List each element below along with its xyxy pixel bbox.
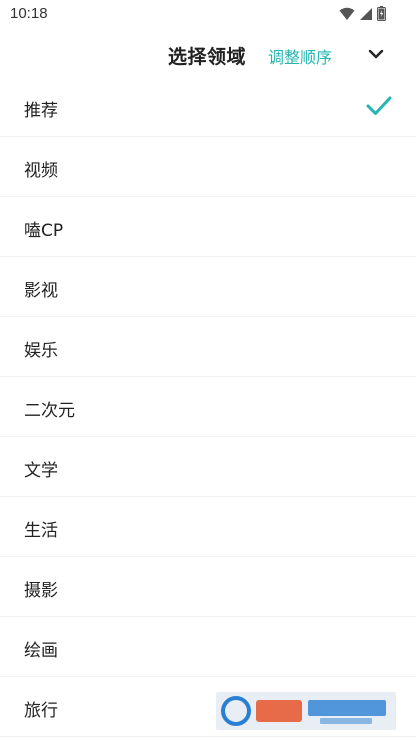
domain-item-life[interactable]: 生活	[0, 497, 416, 557]
domain-item-recommend[interactable]: 推荐	[0, 77, 416, 137]
domain-picker-header: 选择领域 调整顺序	[0, 30, 416, 78]
domain-item-video[interactable]: 视频	[0, 137, 416, 197]
domain-label: 摄影	[24, 581, 58, 601]
domain-label: 绘画	[24, 641, 58, 661]
domain-label: 推荐	[24, 101, 58, 121]
domain-label: 旅行	[24, 701, 58, 721]
domain-label: 嗑CP	[24, 221, 64, 241]
check-icon	[366, 95, 392, 117]
domain-item-literature[interactable]: 文学	[0, 437, 416, 497]
domain-item-anime[interactable]: 二次元	[0, 377, 416, 437]
domain-item-painting[interactable]: 绘画	[0, 617, 416, 677]
chevron-down-icon	[364, 49, 388, 70]
domain-label: 二次元	[24, 401, 75, 421]
domain-label: 生活	[24, 521, 58, 541]
wifi-icon	[339, 7, 355, 21]
page-title: 选择领域	[168, 46, 247, 68]
collapse-button[interactable]	[364, 42, 388, 66]
status-bar: 10:18	[0, 0, 416, 28]
domain-item-entertainment[interactable]: 娱乐	[0, 317, 416, 377]
watermark-logo	[216, 692, 396, 730]
domain-label: 影视	[24, 281, 58, 301]
domain-item-photography[interactable]: 摄影	[0, 557, 416, 617]
domain-label: 视频	[24, 161, 58, 181]
battery-icon	[377, 6, 386, 21]
domain-item-film-tv[interactable]: 影视	[0, 257, 416, 317]
status-time: 10:18	[10, 5, 48, 22]
domain-list: 推荐 视频 嗑CP 影视 娱乐 二次元 文学 生活 摄影 绘画 旅行	[0, 77, 416, 737]
reorder-button[interactable]: 调整顺序	[268, 44, 332, 68]
domain-label: 娱乐	[24, 341, 58, 361]
domain-item-cp[interactable]: 嗑CP	[0, 197, 416, 257]
status-icons	[339, 6, 386, 21]
signal-icon	[359, 7, 373, 21]
domain-label: 文学	[24, 461, 58, 481]
